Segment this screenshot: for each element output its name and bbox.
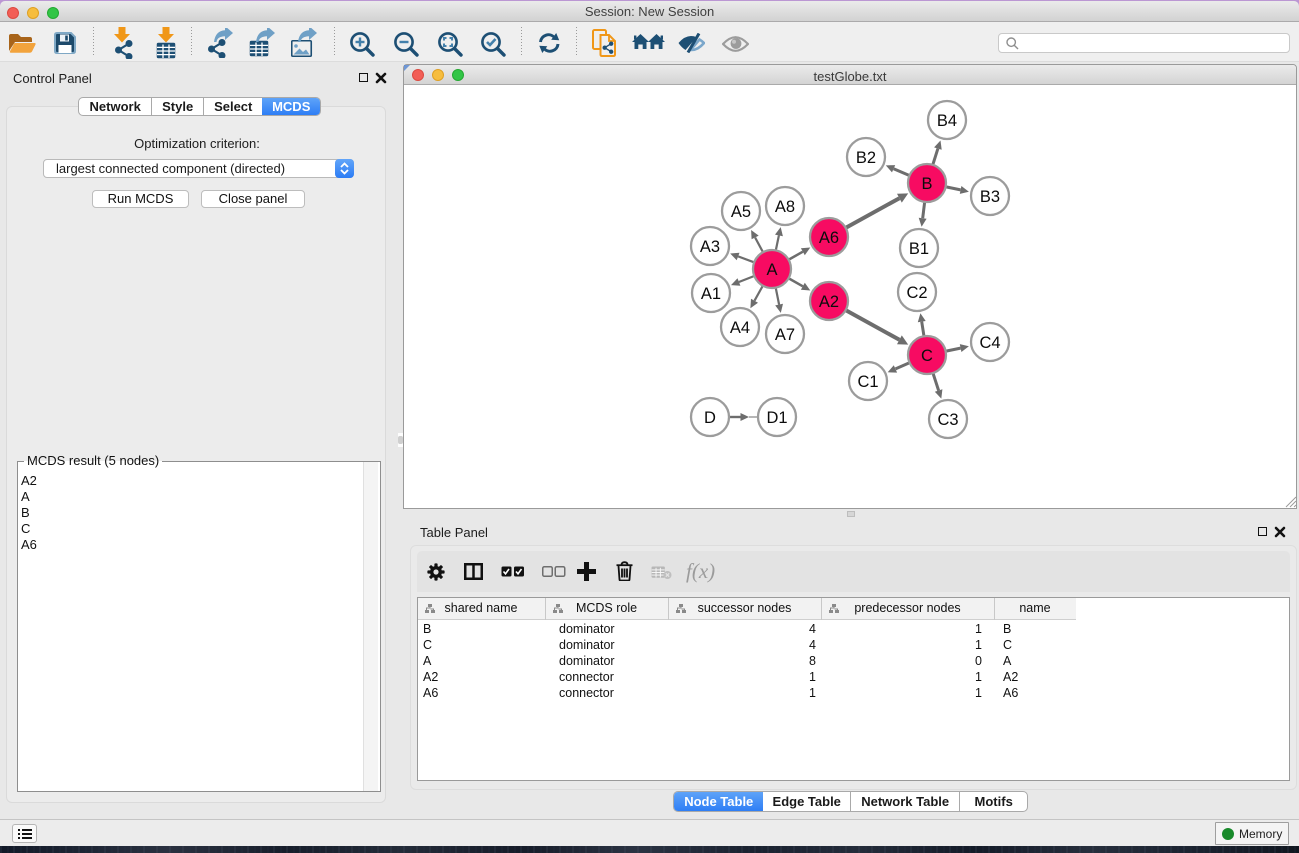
svg-text:C1: C1 xyxy=(857,373,878,391)
svg-text:A6: A6 xyxy=(819,229,839,247)
svg-text:A: A xyxy=(766,261,777,279)
svg-text:A1: A1 xyxy=(701,285,721,303)
svg-text:B4: B4 xyxy=(937,112,957,130)
svg-text:B: B xyxy=(921,175,932,193)
svg-text:A5: A5 xyxy=(731,203,751,221)
svg-text:A2: A2 xyxy=(819,293,839,311)
svg-text:A4: A4 xyxy=(730,319,750,337)
svg-text:C4: C4 xyxy=(979,334,1000,352)
svg-text:C: C xyxy=(921,347,933,365)
svg-text:B1: B1 xyxy=(909,240,929,258)
svg-text:B3: B3 xyxy=(980,188,1000,206)
svg-text:C2: C2 xyxy=(906,284,927,302)
svg-text:A3: A3 xyxy=(700,238,720,256)
svg-text:A8: A8 xyxy=(775,198,795,216)
svg-text:D1: D1 xyxy=(766,409,787,427)
svg-text:D: D xyxy=(704,409,716,427)
svg-text:B2: B2 xyxy=(856,149,876,167)
svg-text:C3: C3 xyxy=(937,411,958,429)
svg-text:A7: A7 xyxy=(775,326,795,344)
